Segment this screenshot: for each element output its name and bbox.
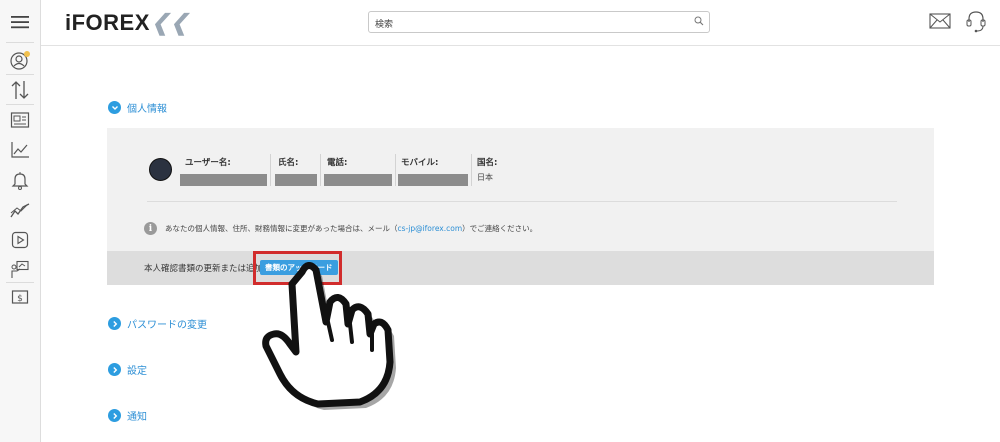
name-value-redacted <box>275 174 317 186</box>
country-field: 国名: 日本 <box>477 156 497 183</box>
pointing-hand-icon <box>262 262 407 416</box>
mobile-value-redacted <box>398 174 468 186</box>
chevron-right-icon <box>108 363 121 376</box>
section-personal-info[interactable]: 個人情報 <box>108 100 167 115</box>
country-value: 日本 <box>477 173 493 182</box>
sidebar-divider <box>6 74 34 75</box>
field-divider <box>270 154 271 186</box>
mobile-label: モバイル: <box>401 158 439 168</box>
sidebar: $ <box>0 0 41 442</box>
chart-icon[interactable] <box>8 138 32 162</box>
name-label: 氏名: <box>278 158 299 168</box>
news-icon[interactable] <box>8 108 32 132</box>
mobile-field: モバイル: <box>398 156 468 186</box>
section-password-change[interactable]: パスワードの変更 <box>108 316 207 331</box>
logo[interactable]: iFOREX❮❮ <box>65 10 189 36</box>
document-upload-row: 本人確認書類の更新または追加: 書類のアップロード <box>107 251 934 285</box>
sidebar-divider <box>6 104 34 105</box>
phone-value-redacted <box>324 174 392 186</box>
section-title: 設定 <box>127 366 147 377</box>
phone-field: 電話: <box>324 156 392 186</box>
chevron-right-icon <box>108 317 121 330</box>
section-title: パスワードの変更 <box>127 320 207 331</box>
dollar-icon[interactable]: $ <box>8 285 32 309</box>
video-icon[interactable] <box>8 228 32 252</box>
divider <box>147 201 897 202</box>
mail-icon[interactable] <box>929 13 951 33</box>
section-settings[interactable]: 設定 <box>108 362 147 377</box>
presentation-icon[interactable] <box>8 258 32 282</box>
sidebar-divider <box>6 282 34 283</box>
info-text: あなたの個人情報、住所、財務情報に変更があった場合は、メール（cs-jp@ifo… <box>165 224 538 233</box>
chevron-down-icon <box>108 101 121 114</box>
support-headset-icon[interactable] <box>965 10 987 38</box>
upload-prompt: 本人確認書類の更新または追加: <box>144 264 266 274</box>
section-title: 通知 <box>127 412 147 423</box>
country-label: 国名: <box>477 158 498 168</box>
svg-text:$: $ <box>17 294 23 304</box>
section-notifications[interactable]: 通知 <box>108 408 147 423</box>
username-label: ユーザー名: <box>185 158 231 168</box>
name-field: 氏名: <box>275 156 317 186</box>
avatar <box>149 158 172 181</box>
personal-info-panel: ユーザー名: 氏名: 電話: モバイル: 国名: 日本 i あなたの個人情報、住… <box>107 128 934 285</box>
field-divider <box>395 154 396 186</box>
search-icon[interactable] <box>694 16 704 29</box>
trend-icon[interactable] <box>8 198 32 222</box>
info-notice: i あなたの個人情報、住所、財務情報に変更があった場合は、メール（cs-jp@i… <box>144 222 537 235</box>
bell-icon[interactable] <box>8 168 32 192</box>
logo-mark-icon: ❮❮ <box>150 10 189 35</box>
info-icon: i <box>144 222 157 235</box>
chevron-right-icon <box>108 409 121 422</box>
field-divider <box>471 154 472 186</box>
support-email-link[interactable]: cs-jp@iforex.com <box>398 224 463 233</box>
transfer-icon[interactable] <box>8 78 32 102</box>
top-bar: iFOREX❮❮ 検索 <box>41 0 1000 46</box>
search-input[interactable]: 検索 <box>368 11 710 33</box>
username-value-redacted <box>180 174 267 186</box>
phone-label: 電話: <box>327 158 348 168</box>
menu-icon[interactable] <box>8 10 32 34</box>
sidebar-divider <box>6 42 34 43</box>
field-divider <box>320 154 321 186</box>
username-field: ユーザー名: <box>180 156 267 186</box>
account-icon[interactable] <box>8 48 32 72</box>
section-title: 個人情報 <box>127 104 167 115</box>
